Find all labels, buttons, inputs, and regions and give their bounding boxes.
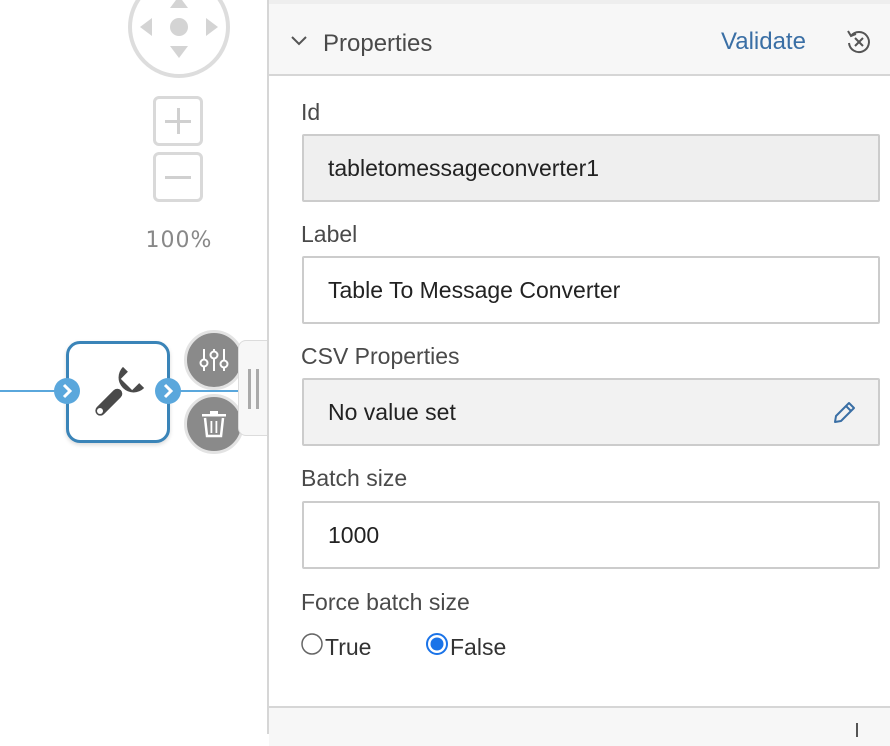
radio-checked-icon[interactable] bbox=[426, 632, 450, 656]
outgoing-connection bbox=[176, 390, 240, 392]
pan-control[interactable] bbox=[126, 0, 232, 80]
wrench-icon bbox=[95, 366, 145, 416]
id-label: Id bbox=[301, 99, 321, 125]
pencil-icon[interactable] bbox=[830, 399, 858, 427]
radio-false-label: False bbox=[450, 634, 507, 660]
output-port[interactable] bbox=[155, 378, 181, 404]
chevron-right-icon bbox=[62, 383, 73, 399]
chevron-right-icon bbox=[163, 383, 174, 399]
sliders-icon bbox=[199, 349, 229, 371]
csv-properties-label: CSV Properties bbox=[301, 343, 460, 369]
csv-properties-value: No value set bbox=[328, 399, 456, 425]
zoom-level: 100% bbox=[145, 228, 213, 253]
section-title: Properties bbox=[323, 30, 433, 57]
id-field: tabletomessageconverter1 bbox=[302, 134, 880, 202]
force-batch-size-label: Force batch size bbox=[301, 589, 470, 615]
properties-section-header[interactable]: Properties Validate bbox=[269, 4, 890, 76]
pipeline-canvas[interactable]: 100% bbox=[0, 0, 270, 734]
panel-resize-handle[interactable] bbox=[238, 340, 270, 436]
trash-icon bbox=[202, 411, 226, 438]
zoom-in-button[interactable] bbox=[153, 96, 203, 146]
reset-icon[interactable] bbox=[845, 28, 873, 56]
radio-true-label: True bbox=[325, 634, 372, 660]
next-section-header[interactable] bbox=[269, 706, 890, 746]
minus-icon bbox=[165, 176, 191, 179]
batch-size-field[interactable]: 1000 bbox=[302, 501, 880, 569]
node-properties-button[interactable] bbox=[184, 330, 244, 390]
csv-properties-field[interactable]: No value set bbox=[302, 378, 880, 446]
radio-unchecked-icon[interactable] bbox=[301, 632, 325, 656]
input-port[interactable] bbox=[54, 378, 80, 404]
label-label: Label bbox=[301, 221, 358, 247]
batch-size-label: Batch size bbox=[301, 465, 408, 491]
expand-icon[interactable] bbox=[849, 722, 865, 738]
plus-icon bbox=[165, 108, 191, 134]
chevron-down-icon[interactable] bbox=[289, 34, 309, 48]
zoom-out-button[interactable] bbox=[153, 152, 203, 202]
validate-button[interactable]: Validate bbox=[721, 28, 806, 56]
grip-line bbox=[248, 369, 251, 409]
label-field[interactable]: Table To Message Converter bbox=[302, 256, 880, 324]
node-delete-button[interactable] bbox=[184, 394, 244, 454]
grip-line bbox=[256, 369, 259, 409]
properties-panel: Properties Validate Id tabletomessagecon… bbox=[267, 0, 890, 746]
incoming-connection bbox=[0, 390, 60, 392]
